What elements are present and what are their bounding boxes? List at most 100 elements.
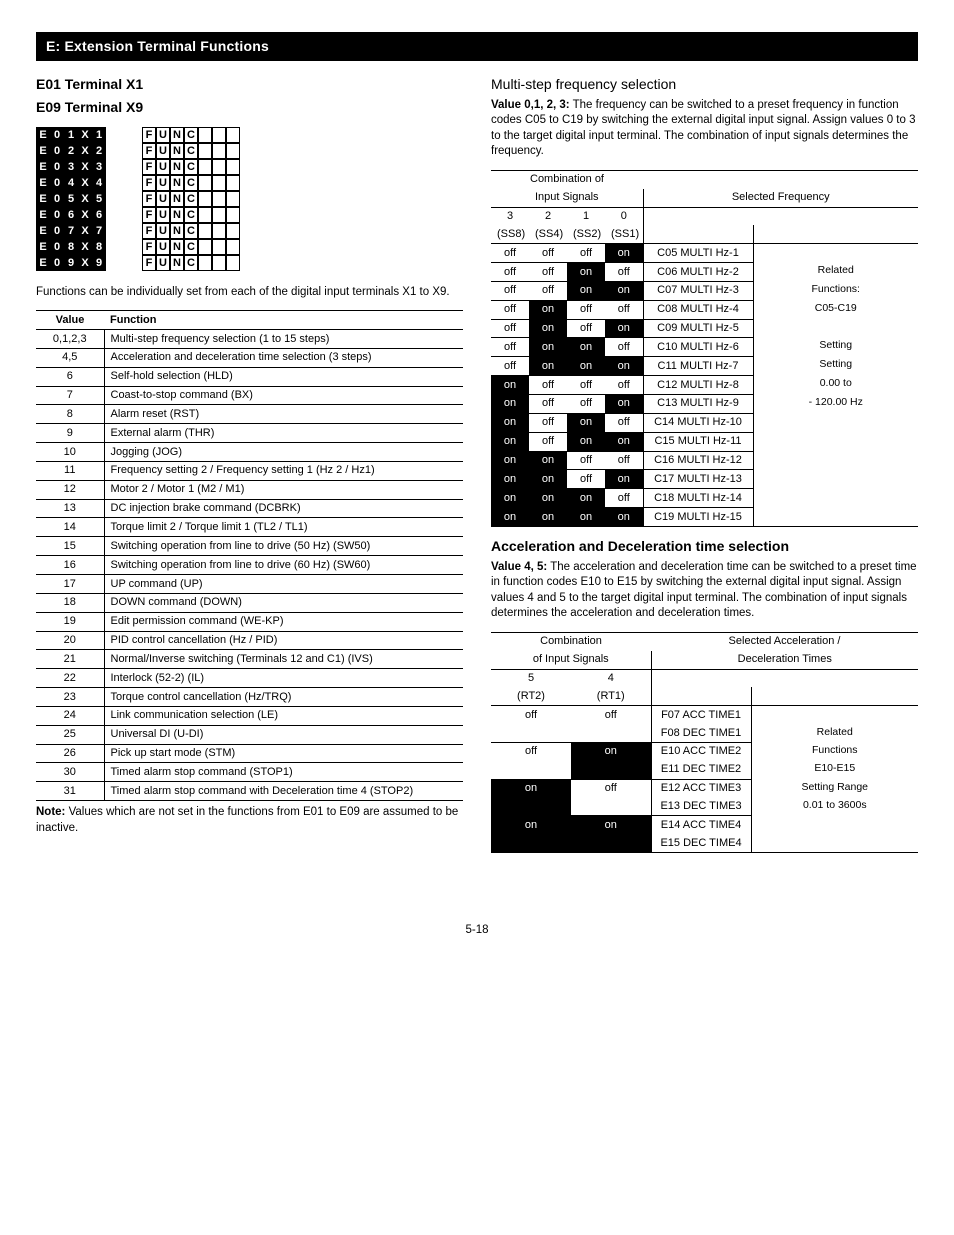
cell-function: Torque control cancellation (Hz/TRQ) [104,688,463,707]
display-cell: 6 [64,207,78,223]
cell-selected: F08 DEC TIME1 [651,724,751,742]
display-cell: E [36,223,50,239]
cell-selected: C11 MULTI Hz-7 [643,357,753,376]
cell-signal: off [491,706,571,743]
cell-side: Related [751,724,918,742]
right-column: Multi-step frequency selection Value 0,1… [491,71,918,853]
cell-signal: off [567,470,605,489]
cell-function: Motor 2 / Motor 1 (M2 / M1) [104,480,463,499]
head-sig: (SS1) [605,225,643,243]
cell-function: Switching operation from line to drive (… [104,556,463,575]
acc-value-body: The acceleration and deceleration time c… [491,561,917,620]
display-cell: F [142,191,156,207]
cell-signal: on [529,357,567,376]
cell-signal: off [491,742,571,779]
cell-signal: on [491,779,571,816]
display-cell [198,255,212,271]
cell-signal: off [571,779,651,816]
display-cell: X [78,255,92,271]
cell-signal: on [529,470,567,489]
cell-signal: off [529,432,567,451]
display-cell: N [170,207,184,223]
display-cell: E [36,239,50,255]
display-cell: 0 [50,239,64,255]
head-blank [643,225,753,243]
table-row: ononE14 ACC TIME4 [491,816,918,834]
display-cell: U [156,191,170,207]
table-row: 4,5Acceleration and deceleration time se… [36,348,463,367]
display-cell [198,239,212,255]
cell-value: 19 [36,612,104,631]
display-cell [198,223,212,239]
cell-value: 17 [36,575,104,594]
display-cell [198,191,212,207]
display-cell: U [156,255,170,271]
cell-function: Torque limit 2 / Torque limit 1 (TL2 / T… [104,518,463,537]
cell-signal: off [491,300,529,319]
display-cell [226,159,240,175]
display-cell: 0 [50,127,64,143]
display-cell: E [36,191,50,207]
cell-side: Functions [751,742,918,760]
acc-heading: Acceleration and Deceleration time selec… [491,537,918,556]
table-row: 6Self-hold selection (HLD) [36,367,463,386]
cell-selected: C10 MULTI Hz-6 [643,338,753,357]
cell-side [753,319,918,338]
display-cell: E [36,143,50,159]
cell-signal: off [605,451,643,470]
cell-value: 18 [36,593,104,612]
cell-signal: on [491,816,571,853]
display-cell: C [184,127,198,143]
cell-value: 4,5 [36,348,104,367]
cell-side: Functions: [753,281,918,300]
cell-selected: C16 MULTI Hz-12 [643,451,753,470]
cell-selected: E13 DEC TIME3 [651,797,751,815]
display-cell: C [184,207,198,223]
display-cell: 3 [92,159,106,175]
display-cell: 9 [64,255,78,271]
cell-function: Self-hold selection (HLD) [104,367,463,386]
cell-selected: E15 DEC TIME4 [651,834,751,852]
head-num: 5 [491,669,571,687]
head-sel: Selected Acceleration / [651,632,918,650]
cell-selected: C09 MULTI Hz-5 [643,319,753,338]
display-cell: C [184,159,198,175]
display-cell: 2 [92,143,106,159]
display-cell: 2 [64,143,78,159]
cell-signal: on [529,489,567,508]
cell-function: Universal DI (U-DI) [104,725,463,744]
cell-function: DOWN command (DOWN) [104,593,463,612]
cell-function: Timed alarm stop command (STOP1) [104,763,463,782]
table-row: onoffoffoffC12 MULTI Hz-80.00 to [491,376,918,395]
cell-signal: on [529,319,567,338]
cell-function: Pick up start mode (STM) [104,744,463,763]
cell-function: Frequency setting 2 / Frequency setting … [104,461,463,480]
display-cell: 0 [50,223,64,239]
cell-function: Multi-step frequency selection (1 to 15 … [104,330,463,349]
cell-side: 0.01 to 3600s [751,797,918,815]
display-cell: X [78,191,92,207]
table-row: offoffoffonC05 MULTI Hz-1 [491,244,918,263]
table-row: 14Torque limit 2 / Torque limit 1 (TL2 /… [36,518,463,537]
display-cell [226,239,240,255]
cell-signal: on [605,508,643,527]
cell-signal: off [529,281,567,300]
display-cell: X [78,175,92,191]
display-cell: U [156,223,170,239]
cell-signal: off [567,244,605,263]
head-num: 1 [567,207,605,225]
heading-e01: E01 Terminal X1 [36,75,463,94]
table-row: 16Switching operation from line to drive… [36,556,463,575]
cell-signal: off [605,338,643,357]
cell-signal: on [605,470,643,489]
cell-selected: C07 MULTI Hz-3 [643,281,753,300]
head-blank [753,225,918,243]
head-sig: (RT2) [491,687,571,705]
table-row: onoffonoffC14 MULTI Hz-10 [491,413,918,432]
cell-function: UP command (UP) [104,575,463,594]
section-header: E: Extension Terminal Functions [36,32,918,61]
cell-value: 11 [36,461,104,480]
display-cell: F [142,255,156,271]
display-cell: C [184,175,198,191]
head-num: 4 [571,669,651,687]
